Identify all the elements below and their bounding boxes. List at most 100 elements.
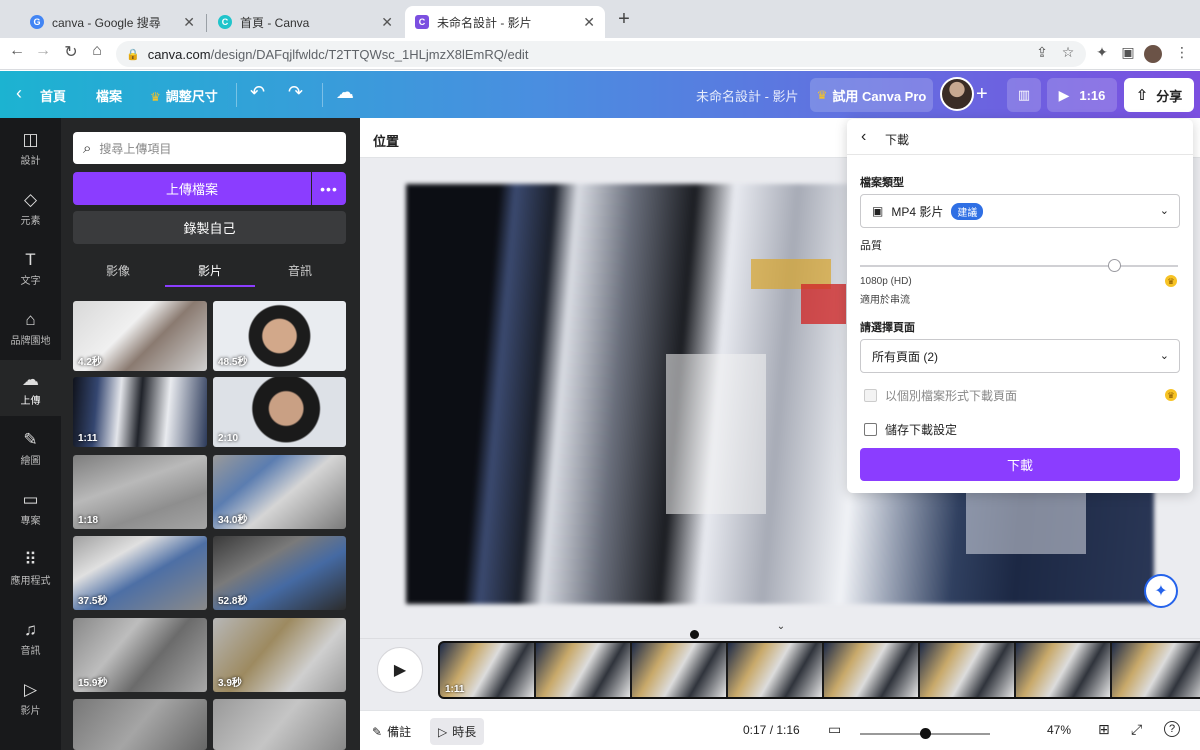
download-header: ‹ 下載 — [847, 119, 1193, 155]
menu-dots-icon[interactable]: ⋮ — [1172, 44, 1192, 61]
close-icon[interactable]: ✕ — [183, 14, 195, 31]
search-input[interactable]: ⌕ 搜尋上傳項目 — [73, 132, 346, 164]
tab-images[interactable]: 影像 — [73, 256, 163, 287]
separate-files-checkbox[interactable]: 以個別檔案形式下載頁面 — [864, 387, 1017, 404]
profile-avatar[interactable] — [1144, 45, 1162, 63]
document-title[interactable]: 未命名設計 - 影片 — [696, 86, 799, 105]
share-button[interactable]: ⇧ 分享 — [1124, 78, 1194, 112]
resize-button[interactable]: ♛ 調整尺寸 — [150, 86, 218, 105]
tab-title: 首頁 - Canva — [240, 15, 310, 30]
grid-view-icon[interactable]: ⊞ — [1098, 721, 1110, 738]
present-button[interactable]: ▶ 1:16 — [1047, 78, 1117, 112]
insights-chart-icon[interactable]: ▥ — [1007, 78, 1041, 112]
try-pro-button[interactable]: ♛ 試用 Canva Pro — [810, 78, 933, 112]
zoom-slider-knob[interactable] — [920, 728, 931, 739]
rail-item-audio[interactable]: ♫ 音訊 — [0, 610, 61, 666]
position-button[interactable]: 位置 — [373, 131, 399, 150]
tab-audio[interactable]: 音訊 — [255, 256, 345, 287]
extensions-icon[interactable]: ✦ — [1092, 44, 1112, 61]
redo-icon[interactable]: ↷ — [288, 82, 303, 103]
page-view-icon[interactable]: ▭ — [828, 721, 841, 738]
upload-files-button[interactable]: 上傳檔案 — [73, 172, 311, 205]
video-thumbnail[interactable]: 1:11 — [73, 377, 207, 447]
video-thumbnail[interactable]: 3.9秒 — [213, 618, 346, 692]
reload-icon[interactable]: ↻ — [60, 42, 82, 62]
duration-button[interactable]: ▷ 時長 — [430, 718, 485, 745]
lock-icon: 🔒 — [126, 48, 140, 61]
sidebar-icon[interactable]: ▣ — [1118, 44, 1138, 61]
help-icon[interactable]: ? — [1164, 721, 1180, 737]
rail-item-draw[interactable]: ✎ 繪圖 — [0, 420, 61, 476]
recommended-badge: 建議 — [951, 202, 984, 220]
share-page-icon[interactable]: ⇪ — [1032, 44, 1052, 61]
browser-tab-design[interactable]: C 未命名設計 - 影片 ✕ — [405, 6, 605, 38]
quality-slider[interactable] — [860, 265, 1178, 267]
record-yourself-button[interactable]: 錄製自己 — [73, 211, 346, 244]
video-thumbnail[interactable]: 48.5秒 — [213, 301, 346, 371]
video-thumbnail[interactable]: 1:18 — [73, 455, 207, 529]
playhead-marker[interactable] — [690, 630, 699, 639]
add-collaborator-icon[interactable]: + — [976, 83, 988, 106]
rail-item-design[interactable]: ◫ 設計 — [0, 120, 61, 176]
home-icon[interactable]: ⌂ — [86, 42, 108, 60]
tab-videos[interactable]: 影片 — [165, 256, 255, 287]
rail-label: 繪圖 — [20, 455, 41, 467]
video-thumbnail[interactable]: 15.9秒 — [73, 618, 207, 692]
chevron-down-icon[interactable]: ⌄ — [753, 621, 809, 637]
back-arrow-icon[interactable]: ← — [6, 42, 28, 60]
notes-button[interactable]: ✎ 備註 — [372, 723, 411, 740]
video-thumbnail[interactable] — [213, 699, 346, 750]
video-thumbnail[interactable]: 4.2秒 — [73, 301, 207, 371]
cloud-saved-icon[interactable]: ☁ — [336, 82, 354, 103]
undo-icon[interactable]: ↶ — [250, 82, 265, 103]
video-thumbnail[interactable]: 37.5秒 — [73, 536, 207, 610]
forward-arrow-icon[interactable]: → — [32, 42, 54, 60]
rail-item-videos[interactable]: ▷ 影片 — [0, 670, 61, 726]
rail-item-apps[interactable]: ⠿ 應用程式 — [0, 540, 61, 596]
video-thumbnail[interactable]: 52.8秒 — [213, 536, 346, 610]
rail-item-uploads[interactable]: ☁ 上傳 — [0, 360, 61, 416]
home-link[interactable]: 首頁 — [40, 86, 66, 105]
duration-label: 52.8秒 — [218, 596, 248, 607]
rail-item-projects[interactable]: ▭ 專案 — [0, 480, 61, 536]
video-thumbnail[interactable]: 2:10 — [213, 377, 346, 447]
rail-item-text[interactable]: T 文字 — [0, 240, 61, 296]
bookmark-star-icon[interactable]: ☆ — [1058, 44, 1078, 61]
user-avatar[interactable] — [940, 77, 974, 111]
timeline-clip[interactable]: 1:11 — [438, 641, 1200, 699]
close-icon[interactable]: ✕ — [583, 14, 595, 31]
url-field[interactable]: 🔒 canva.com/design/DAFqjlfwldc/T2TTQWsc_… — [116, 41, 1086, 67]
magic-sparkle-icon[interactable]: ✦ — [1144, 574, 1178, 608]
close-icon[interactable]: ✕ — [381, 14, 393, 31]
pages-select[interactable]: 所有頁面 (2) ⌄ — [860, 339, 1180, 373]
rail-item-elements[interactable]: ◇ 元素 — [0, 180, 61, 236]
search-icon: ⌕ — [83, 139, 92, 157]
download-button[interactable]: 下載 — [860, 448, 1180, 481]
browser-tab-google[interactable]: G canva - Google 搜尋 ✕ — [20, 6, 205, 38]
quality-subtitle: 適用於串流 — [860, 295, 910, 306]
back-chevron-icon[interactable]: ‹ — [861, 128, 866, 146]
music-icon: ♫ — [24, 619, 37, 639]
separate-files-label: 以個別檔案形式下載頁面 — [885, 389, 1018, 403]
video-thumbnail[interactable] — [73, 699, 207, 750]
clip-frame — [536, 643, 630, 697]
save-settings-checkbox[interactable]: 儲存下載設定 — [864, 421, 957, 438]
fullscreen-icon[interactable]: ⤢ — [1131, 721, 1142, 738]
chevron-down-icon: ⌄ — [1159, 350, 1169, 362]
play-icon: ▶ — [1058, 86, 1070, 103]
browser-tab-canva-home[interactable]: C 首頁 - Canva ✕ — [208, 6, 403, 38]
clip-duration: 1:11 — [445, 684, 465, 695]
try-pro-label: 試用 Canva Pro — [832, 88, 927, 104]
rail-item-brand[interactable]: ⌂ 品牌園地 — [0, 300, 61, 356]
video-thumbnail[interactable]: 34.0秒 — [213, 455, 346, 529]
file-type-select[interactable]: ▣ MP4 影片 建議 ⌄ — [860, 194, 1180, 228]
clip-frame — [728, 643, 822, 697]
editor-footer: ✎ 備註 ▷ 時長 0:17 / 1:16 ▭ 47% ⊞ ⤢ ? — [360, 710, 1200, 750]
new-tab-icon[interactable]: + — [614, 8, 634, 31]
crown-icon: ♛ — [816, 88, 828, 102]
file-menu[interactable]: 檔案 — [96, 86, 122, 105]
play-button[interactable]: ▶ — [377, 647, 423, 693]
chevron-left-icon[interactable]: ‹ — [16, 83, 22, 104]
upload-more-button[interactable]: ••• — [312, 172, 346, 205]
zoom-level[interactable]: 47% — [1047, 723, 1071, 737]
